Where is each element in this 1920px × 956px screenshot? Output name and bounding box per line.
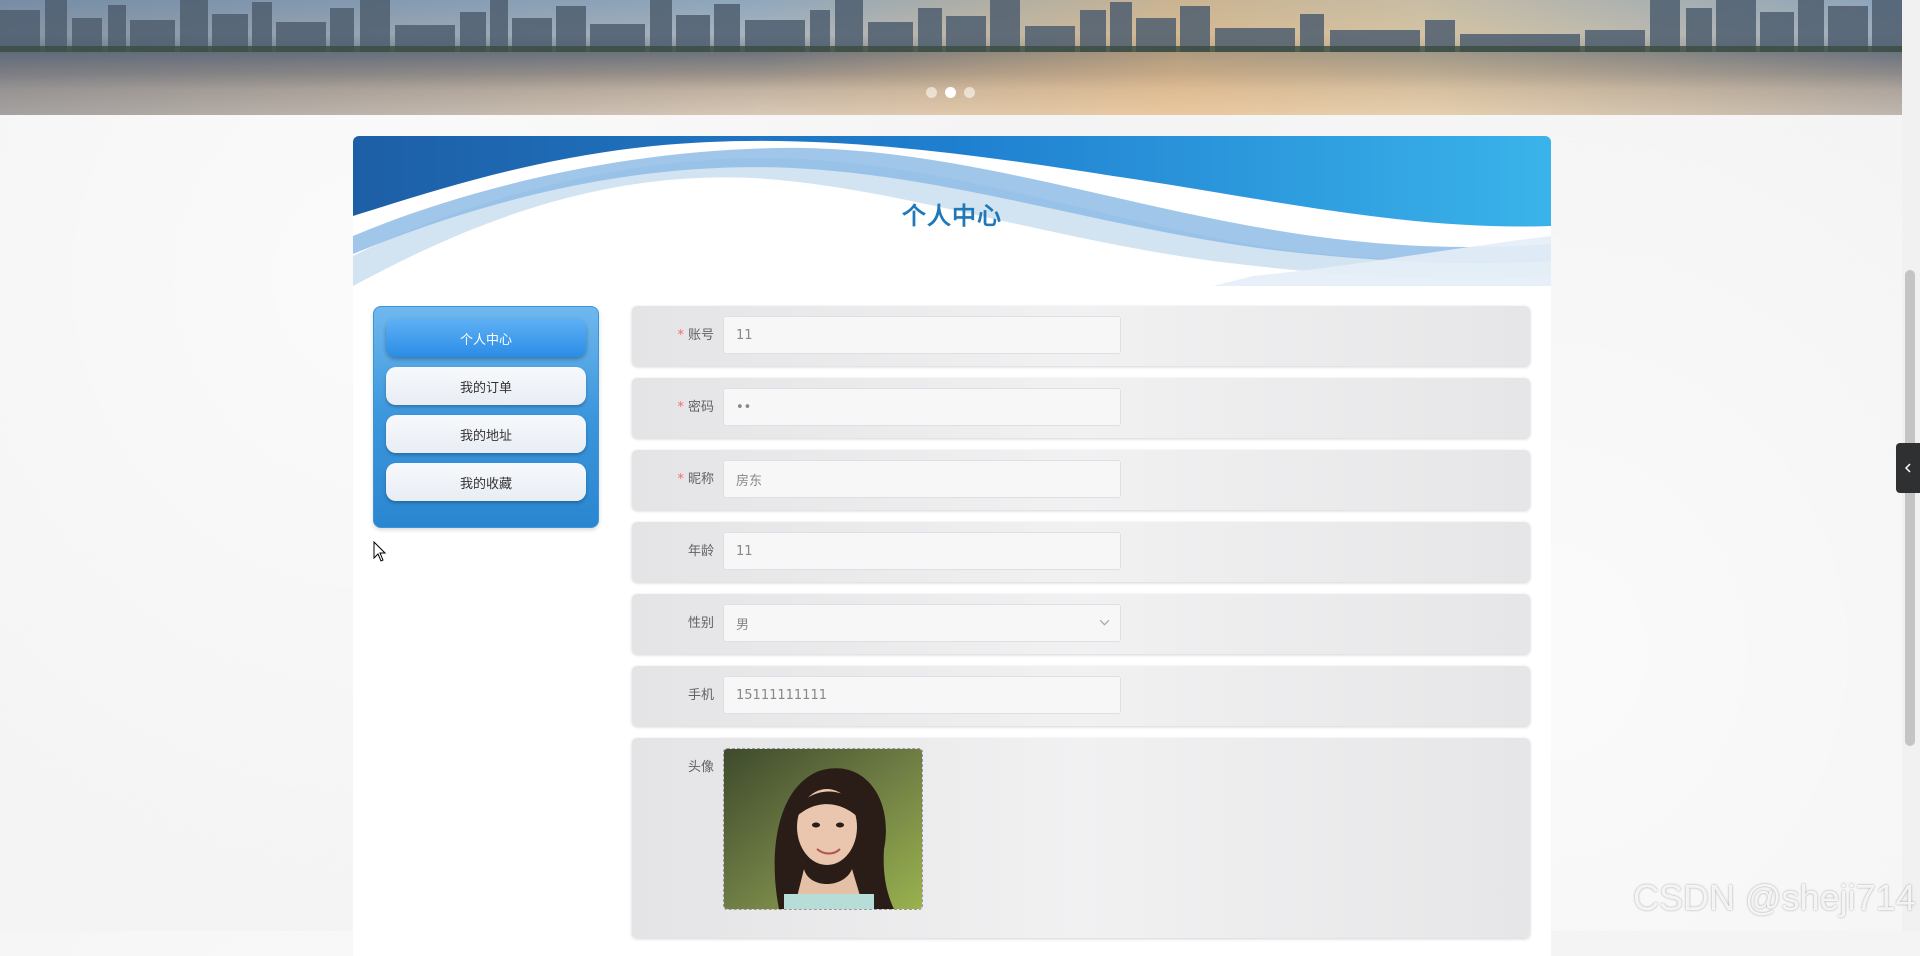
phone-input[interactable] [723,676,1121,714]
gender-label: 性别 [687,616,714,631]
chevron-left-icon [1904,463,1911,473]
sidebar-item-addresses[interactable]: 我的地址 [386,415,586,453]
password-label: 密码 [687,400,714,415]
sidebar-item-orders[interactable]: 我的订单 [386,367,586,405]
required-mark: * [677,328,684,343]
required-mark: * [677,400,684,415]
carousel-dot-2[interactable] [945,87,956,98]
password-input[interactable] [723,388,1121,426]
form-row-account: * 账号 [632,306,1530,366]
gender-select[interactable]: 男 [723,604,1121,642]
form-row-avatar: 头像 [632,738,1530,938]
avatar-label: 头像 [687,760,714,775]
age-label: 年龄 [687,544,714,559]
phone-label: 手机 [687,688,714,703]
card-header: 个人中心 [353,136,1551,286]
nickname-input[interactable] [723,460,1121,498]
avatar-upload[interactable] [723,748,923,910]
required-mark: * [677,472,684,487]
profile-card: 个人中心 个人中心 我的订单 我的地址 我的收藏 *账号 *密码 *昵称 年龄 … [353,136,1551,956]
nickname-label: 昵称 [687,472,714,487]
form-row-age: 年龄 [632,522,1530,582]
watermark-text: CSDN @sheji714 [1633,877,1916,918]
avatar-photo [724,749,922,909]
account-label: 账号 [687,328,714,343]
carousel-dot-3[interactable] [964,87,975,98]
carousel-indicators [926,87,975,98]
form-row-nickname: * 昵称 [632,450,1530,510]
city-skyline-image [0,0,1902,55]
form-row-password: * 密码 [632,378,1530,438]
sidebar-item-profile[interactable]: 个人中心 [386,319,586,357]
sidebar-item-favorites[interactable]: 我的收藏 [386,463,586,501]
carousel-dot-1[interactable] [926,87,937,98]
mouse-cursor-icon [373,541,387,562]
page-title: 个人中心 [902,202,1002,230]
age-input[interactable] [723,532,1121,570]
form-row-gender: 性别 男 [632,594,1530,654]
sidebar-menu: 个人中心 我的订单 我的地址 我的收藏 [373,306,599,528]
scrollbar-thumb[interactable] [1905,270,1915,746]
form-row-phone: 手机 [632,666,1530,726]
chevron-down-icon [1099,619,1110,626]
account-input[interactable] [723,316,1121,354]
hero-banner [0,0,1902,115]
gender-select-value[interactable]: 男 [723,604,1121,642]
side-panel-toggle[interactable] [1896,443,1920,493]
